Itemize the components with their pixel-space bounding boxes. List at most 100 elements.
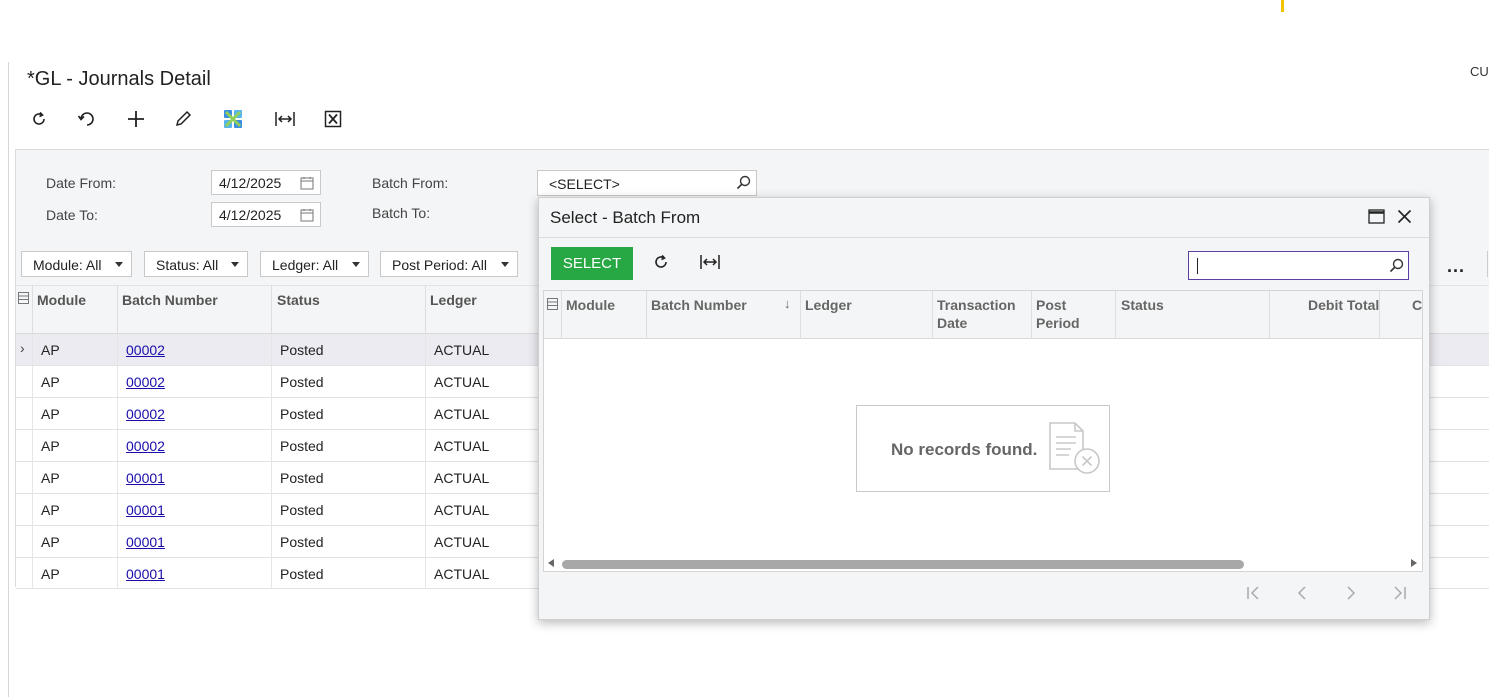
- module-filter-chip[interactable]: Module: All: [21, 251, 132, 277]
- undo-icon[interactable]: [75, 107, 99, 131]
- dialog-header-module[interactable]: Module: [566, 296, 615, 314]
- close-icon[interactable]: [1397, 209, 1412, 229]
- header-ledger[interactable]: Ledger: [430, 292, 477, 308]
- post-period-filter-chip[interactable]: Post Period: All: [380, 251, 518, 277]
- column-separator: [271, 285, 272, 334]
- column-separator: [117, 526, 118, 557]
- cell-batch-number[interactable]: 00001: [126, 502, 165, 518]
- column-separator: [117, 494, 118, 525]
- add-icon[interactable]: [124, 107, 148, 131]
- fit-columns-icon[interactable]: [699, 253, 721, 276]
- cell-batch-number[interactable]: 00002: [126, 406, 165, 422]
- search-icon[interactable]: [1389, 258, 1404, 273]
- dialog-header-next[interactable]: C: [1412, 296, 1422, 314]
- dialog-header-ledger[interactable]: Ledger: [805, 296, 852, 314]
- status-filter-label: Status: All: [156, 257, 219, 273]
- cell-batch-number[interactable]: 00001: [126, 566, 165, 582]
- date-to-input[interactable]: 4/12/2025: [211, 202, 321, 227]
- dialog-header-batch-number[interactable]: Batch Number: [651, 296, 747, 314]
- module-filter-label: Module: All: [33, 257, 102, 273]
- search-icon[interactable]: [736, 175, 751, 190]
- dialog-header-post-period[interactable]: Post Period: [1036, 296, 1080, 332]
- batch-from-input[interactable]: <SELECT>: [537, 170, 757, 196]
- header-module[interactable]: Module: [37, 292, 86, 308]
- cell-ledger: ACTUAL: [434, 438, 490, 454]
- column-separator: [32, 398, 33, 429]
- column-separator: [646, 291, 647, 339]
- header-line: Period: [1036, 315, 1080, 331]
- first-page-icon[interactable]: [1243, 582, 1265, 604]
- column-separator: [1031, 291, 1032, 339]
- cell-ledger: ACTUAL: [434, 342, 490, 358]
- cell-batch-number[interactable]: 00002: [126, 374, 165, 390]
- column-separator: [271, 334, 272, 365]
- refresh-icon[interactable]: [27, 107, 51, 131]
- column-separator: [425, 558, 426, 588]
- excel-export-icon[interactable]: [321, 107, 345, 131]
- post-period-filter-label: Post Period: All: [392, 257, 487, 273]
- top-yellow-marker: [1281, 0, 1284, 12]
- column-separator: [425, 462, 426, 493]
- row-expand-icon[interactable]: ›: [20, 340, 25, 356]
- cell-module: AP: [41, 534, 60, 550]
- dialog-header-transaction-date[interactable]: Transaction Date: [937, 296, 1016, 332]
- scroll-left-icon[interactable]: [548, 559, 554, 567]
- column-separator: [271, 558, 272, 588]
- date-to-value: 4/12/2025: [219, 207, 282, 223]
- column-separator: [561, 291, 562, 339]
- column-separator: [117, 430, 118, 461]
- column-separator: [117, 285, 118, 334]
- cell-module: AP: [41, 342, 60, 358]
- cell-status: Posted: [280, 342, 324, 358]
- chevron-down-icon: [352, 262, 360, 267]
- cell-ledger: ACTUAL: [434, 502, 490, 518]
- column-separator: [32, 462, 33, 493]
- calendar-icon[interactable]: [300, 176, 314, 190]
- ledger-filter-label: Ledger: All: [272, 257, 339, 273]
- header-batch-number[interactable]: Batch Number: [122, 292, 218, 308]
- cell-batch-number[interactable]: 00001: [126, 470, 165, 486]
- cell-batch-number[interactable]: 00002: [126, 438, 165, 454]
- next-page-icon[interactable]: [1340, 582, 1362, 604]
- cell-status: Posted: [280, 438, 324, 454]
- last-page-icon[interactable]: [1388, 582, 1410, 604]
- status-filter-chip[interactable]: Status: All: [144, 251, 248, 277]
- puzzle-icon[interactable]: [221, 107, 245, 131]
- refresh-icon[interactable]: [652, 253, 670, 276]
- dialog-header-debit-total[interactable]: Debit Total: [1308, 296, 1379, 314]
- chip-divider: [1487, 251, 1488, 277]
- empty-state: No records found.: [856, 405, 1110, 492]
- maximize-icon[interactable]: [1368, 209, 1385, 229]
- column-separator: [271, 526, 272, 557]
- column-separator: [117, 462, 118, 493]
- date-from-input[interactable]: 4/12/2025: [211, 170, 321, 195]
- cell-batch-number[interactable]: 00002: [126, 342, 165, 358]
- edit-icon[interactable]: [171, 107, 195, 131]
- cell-module: AP: [41, 502, 60, 518]
- chevron-down-icon: [501, 262, 509, 267]
- header-status[interactable]: Status: [277, 292, 320, 308]
- more-options-button[interactable]: ...: [1447, 256, 1465, 277]
- previous-page-icon[interactable]: [1291, 582, 1313, 604]
- cell-batch-number[interactable]: 00001: [126, 534, 165, 550]
- row-selector-icon[interactable]: [18, 291, 29, 309]
- cell-ledger: ACTUAL: [434, 566, 490, 582]
- sort-arrow-icon: ↓: [784, 296, 791, 311]
- header-line: Post: [1036, 297, 1067, 313]
- ledger-filter-chip[interactable]: Ledger: All: [260, 251, 369, 277]
- row-selector-icon[interactable]: [547, 297, 558, 315]
- column-separator: [425, 494, 426, 525]
- column-separator: [32, 494, 33, 525]
- dialog-header-status[interactable]: Status: [1121, 296, 1164, 314]
- fit-columns-icon[interactable]: [273, 107, 297, 131]
- cell-ledger: ACTUAL: [434, 470, 490, 486]
- cell-status: Posted: [280, 566, 324, 582]
- select-button[interactable]: SELECT: [551, 247, 633, 280]
- scrollbar-thumb[interactable]: [562, 560, 1244, 569]
- column-separator: [800, 291, 801, 339]
- column-separator: [32, 526, 33, 557]
- calendar-icon[interactable]: [300, 208, 314, 222]
- scroll-right-icon[interactable]: [1411, 559, 1417, 567]
- cell-status: Posted: [280, 502, 324, 518]
- dialog-search-input[interactable]: [1188, 251, 1409, 280]
